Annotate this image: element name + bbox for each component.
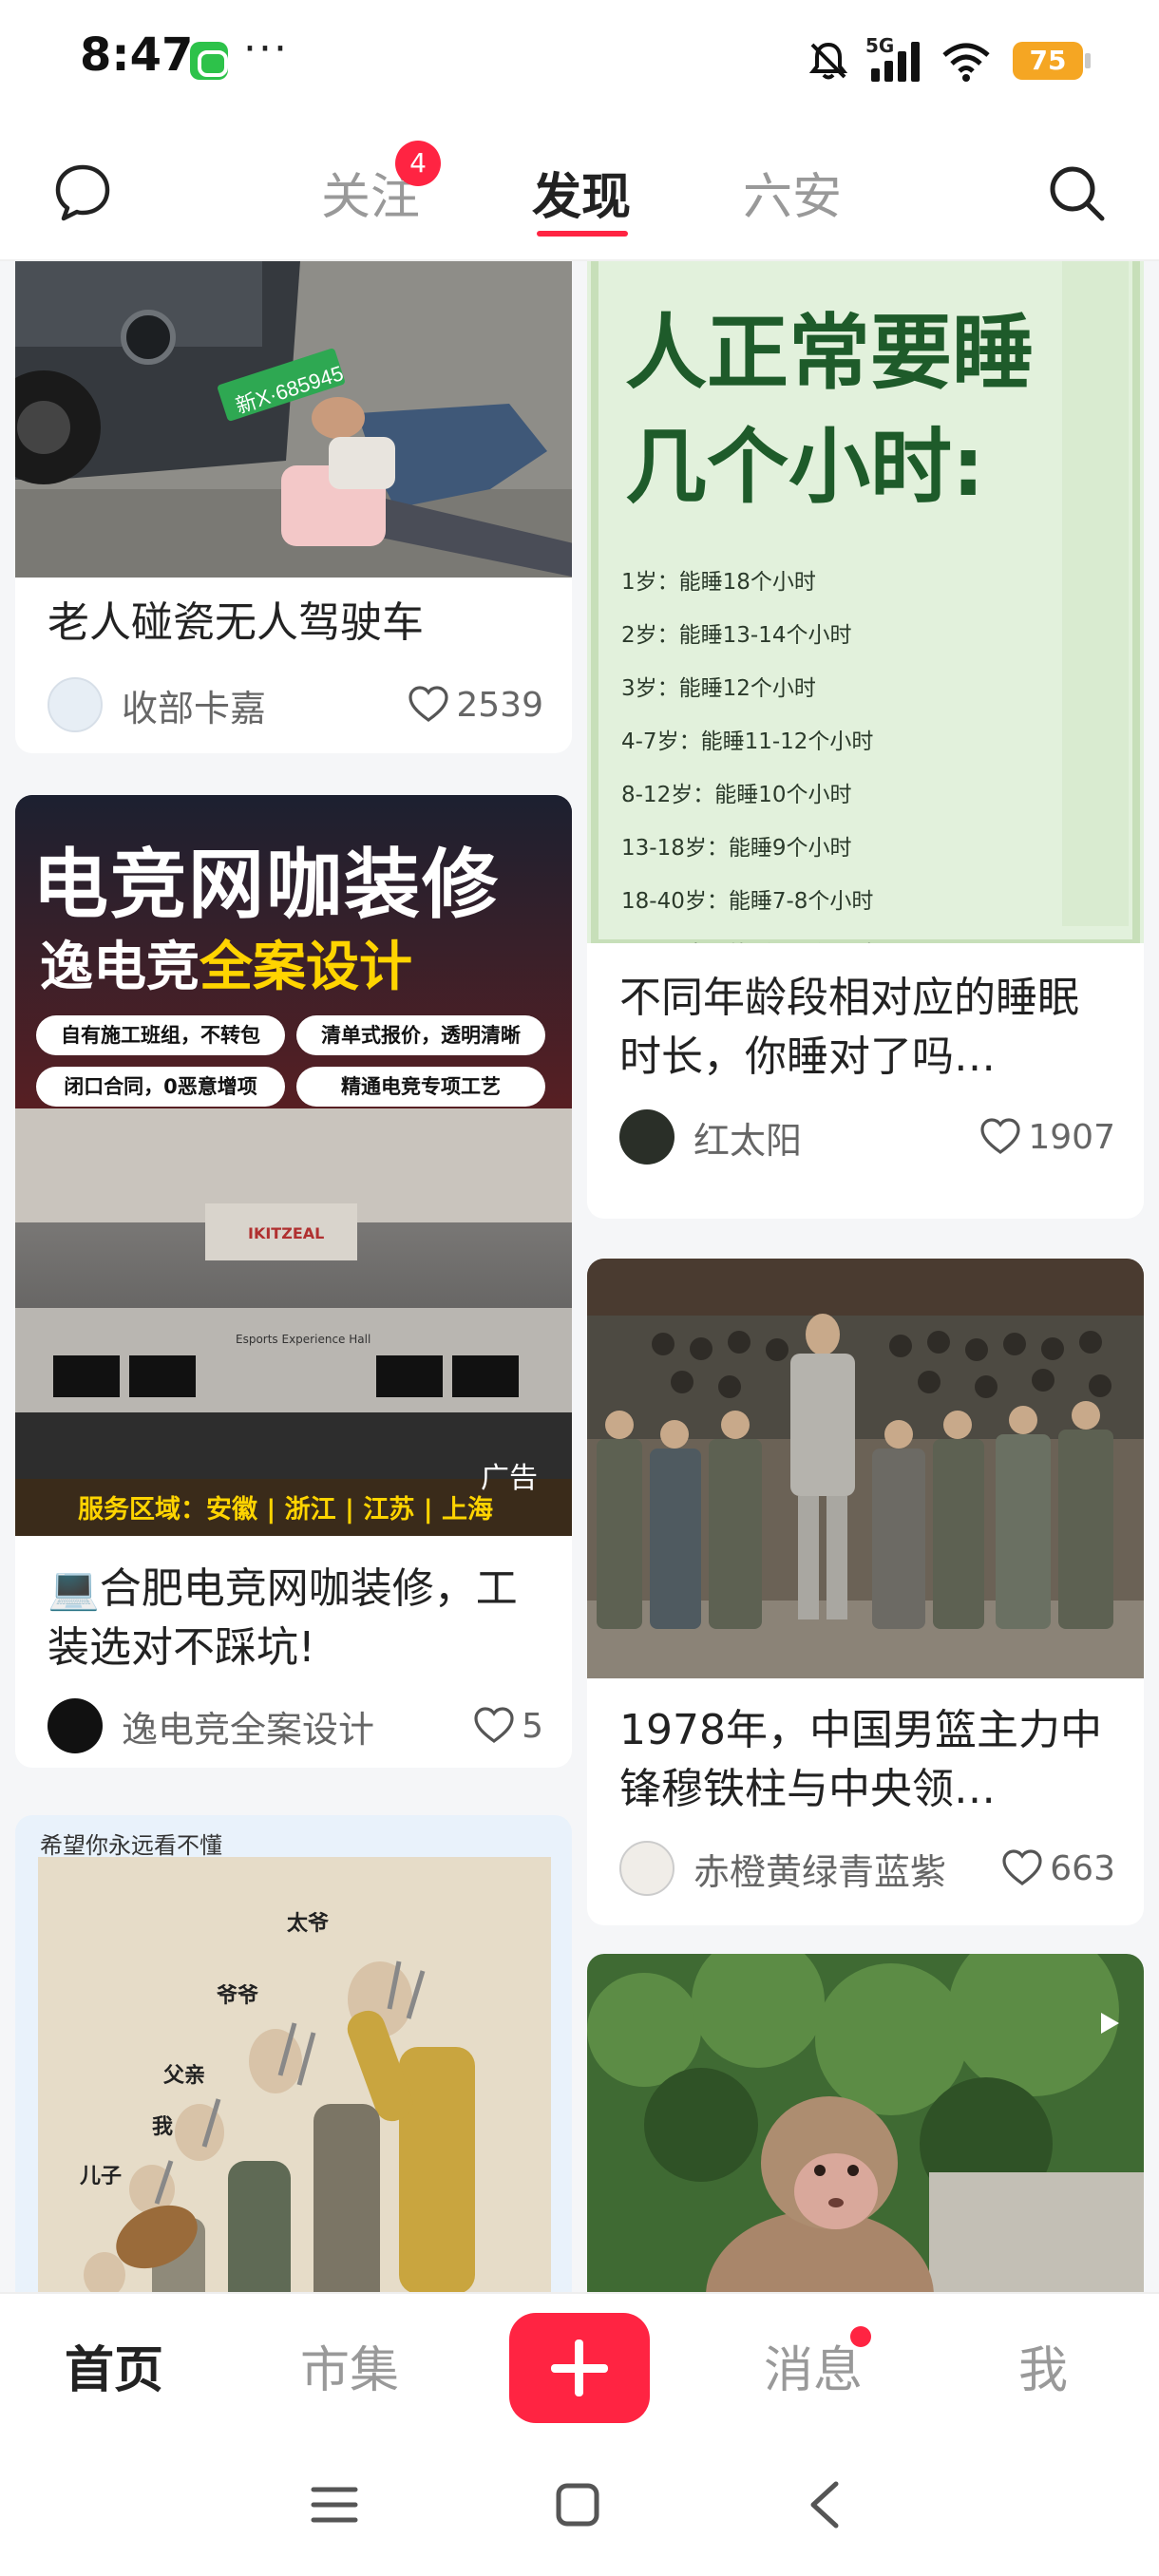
ad-hall-sign: Esports Experience Hall: [236, 1333, 371, 1346]
cellular-signal-icon: 5G: [865, 34, 920, 82]
sleep-line: 1岁：能睡18个小时: [621, 570, 816, 595]
sleep-line: 2岁：能睡13-14个小时: [621, 623, 852, 648]
active-tab-indicator: [537, 231, 628, 237]
message-unread-dot: [850, 2326, 871, 2347]
sleep-line: 4-7岁：能睡11-12个小时: [621, 729, 874, 754]
card-title: 1978年，中国男篮主力中锋穆铁柱与中央领…: [619, 1706, 1102, 1813]
infographic-headline: 人正常要睡: [625, 306, 1034, 401]
note-card[interactable]: 人正常要睡 几个小时: 1岁：能睡18个小时 2岁：能睡13-14个小时 3岁：…: [587, 261, 1144, 1219]
note-card[interactable]: 希望你永远看不懂 太爷 爷爷 父亲 我 儿子: [15, 1815, 572, 2292]
infographic-headline: 几个小时:: [625, 420, 985, 515]
author-avatar: [48, 1698, 103, 1753]
figure-label: 父亲: [163, 2064, 206, 2088]
card-meta: 收部卡嘉 2539: [48, 674, 543, 735]
figure-label: 我: [152, 2115, 174, 2139]
image-caption: 希望你永远看不懂: [40, 1832, 222, 1859]
like-count: 2539: [456, 685, 543, 725]
top-nav: 关注 4 发现 六安: [0, 119, 1159, 261]
ad-pill: 闭口合同，0恶意增项: [36, 1067, 285, 1107]
ad-subheadline-highlight: 全案设计: [200, 937, 412, 998]
tab-discover[interactable]: 发现: [532, 157, 631, 228]
card-image: 人正常要睡 几个小时: 1岁：能睡18个小时 2岁：能睡13-14个小时 3岁：…: [587, 261, 1144, 943]
author-name[interactable]: 收部卡嘉: [122, 679, 407, 731]
heart-icon[interactable]: [978, 1115, 1022, 1159]
nav-me[interactable]: 我: [1018, 2330, 1068, 2401]
author-name[interactable]: 逸电竞全案设计: [122, 1700, 472, 1752]
author-avatar: [619, 1841, 674, 1896]
battery-icon: 75: [1013, 42, 1091, 80]
wechat-notification-icon: [190, 42, 228, 80]
wifi-icon: [942, 43, 990, 82]
sleep-line: 18-40岁：能睡7-8个小时: [621, 889, 874, 914]
ad-pill: 精通电竞专项工艺: [296, 1067, 545, 1107]
heart-icon[interactable]: [407, 683, 450, 727]
heart-icon[interactable]: [472, 1704, 516, 1748]
note-card[interactable]: 新X·685945 老人碰瓷无人驾驶车 收部卡嘉 2539: [15, 261, 572, 753]
author-name[interactable]: 红太阳: [694, 1111, 978, 1164]
bottom-nav: 首页 市集 消息 我: [0, 2292, 1159, 2434]
card-image: 太爷 爷爷 父亲 我 儿子: [38, 1857, 551, 2292]
sleep-line: 13-18岁：能睡9个小时: [621, 836, 852, 861]
card-title: 💻合肥电竞网咖装修，工装选对不踩坑!: [48, 1564, 518, 1672]
ad-subheadline: 逸电竞: [40, 937, 200, 998]
figure-label: 爷爷: [217, 1984, 259, 2008]
sleep-line: 8-12岁：能睡10个小时: [621, 783, 852, 807]
status-time: 8:47: [80, 28, 194, 82]
card-meta: 赤橙黄绿青蓝紫 663: [619, 1838, 1115, 1899]
sleep-line: 40-50岁：能睡6-7个小时: [621, 928, 873, 943]
search-icon[interactable]: [1045, 161, 1108, 224]
ad-logo: IKITZEAL: [248, 1224, 325, 1242]
follow-badge: 4: [395, 141, 441, 186]
ad-pill: 自有施工班组，不转包: [36, 1015, 285, 1055]
note-card-ad[interactable]: 电竞网咖装修 逸电竞全案设计 自有施工班组，不转包 清单式报价，透明清晰 闭口合…: [15, 795, 572, 1768]
card-image: 新X·685945: [15, 261, 572, 578]
figure-label: 儿子: [80, 2165, 123, 2188]
chat-bubble-icon[interactable]: [52, 161, 113, 222]
note-card-video[interactable]: [587, 1954, 1144, 2292]
card-title: 不同年龄段相对应的睡眠时长，你睡对了吗…: [619, 974, 1079, 1081]
sleep-line: 3岁：能睡12个小时: [621, 676, 816, 701]
card-title: 老人碰瓷无人驾驶车: [48, 598, 424, 647]
card-image: [587, 1259, 1144, 1678]
network-type: 5G: [865, 34, 895, 57]
card-meta: 红太阳 1907: [619, 1107, 1115, 1167]
menu-icon[interactable]: [311, 2484, 358, 2526]
figure-label: 太爷: [287, 1912, 330, 1936]
card-image: 电竞网咖装修 逸电竞全案设计 自有施工班组，不转包 清单式报价，透明清晰 闭口合…: [15, 795, 572, 1536]
ad-headline: 电竞网咖装修: [32, 841, 500, 929]
publish-plus-button[interactable]: [509, 2313, 650, 2423]
back-chevron-icon[interactable]: [806, 2480, 844, 2529]
author-name[interactable]: 赤橙黄绿青蓝紫: [694, 1843, 1000, 1895]
status-icons: 5G 75: [807, 34, 1091, 87]
author-avatar: [48, 677, 103, 732]
card-image: [587, 1954, 1144, 2292]
ad-service-area: 服务区域：安徽 | 浙江 | 江苏 | 上海: [78, 1495, 493, 1525]
home-square-icon[interactable]: [555, 2482, 600, 2528]
heart-icon[interactable]: [1000, 1847, 1044, 1890]
like-count: 1907: [1028, 1117, 1115, 1157]
system-nav: [0, 2434, 1159, 2576]
nav-messages[interactable]: 消息: [764, 2330, 863, 2401]
card-meta: 逸电竞全案设计 5: [48, 1695, 543, 1756]
nav-home[interactable]: 首页: [65, 2330, 163, 2401]
status-bar: 8:47 ··· 5G 75: [0, 0, 1159, 119]
nav-market[interactable]: 市集: [300, 2330, 399, 2401]
tab-local[interactable]: 六安: [743, 157, 842, 228]
video-play-icon: [1101, 2013, 1119, 2034]
note-card[interactable]: 1978年，中国男篮主力中锋穆铁柱与中央领… 赤橙黄绿青蓝紫 663: [587, 1259, 1144, 1925]
like-count: 5: [522, 1706, 543, 1746]
author-avatar: [619, 1109, 674, 1165]
ad-pill: 清单式报价，透明清晰: [296, 1015, 545, 1055]
more-notifications-icon: ···: [243, 25, 289, 73]
like-count: 663: [1050, 1848, 1115, 1888]
bell-muted-icon: [808, 42, 848, 80]
feed[interactable]: 新X·685945 老人碰瓷无人驾驶车 收部卡嘉 2539 人正常要睡 几个小时…: [0, 261, 1159, 2292]
